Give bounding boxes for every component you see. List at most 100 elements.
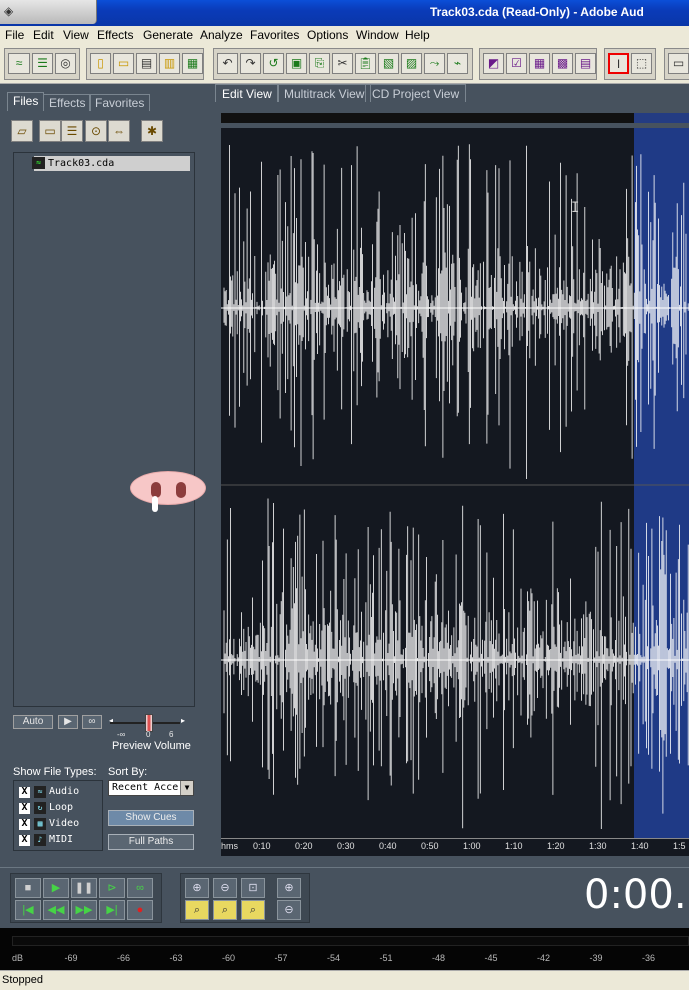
full-paths-button[interactable]: Full Paths: [108, 834, 194, 850]
zoom-out-horizontal-icon[interactable]: ⊖: [213, 878, 237, 898]
app-menu-button[interactable]: ◈: [0, 0, 97, 24]
menu-file[interactable]: File: [5, 28, 24, 42]
grid2-view-icon[interactable]: ▩: [552, 53, 573, 74]
file-type-video[interactable]: X ▦ Video: [19, 817, 79, 831]
mix-paste-icon[interactable]: ▨: [401, 53, 422, 74]
stop-button[interactable]: ■: [15, 878, 41, 898]
copy-new-icon[interactable]: ▣: [286, 53, 307, 74]
silence-icon[interactable]: ⌁: [447, 53, 468, 74]
file-type-midi[interactable]: X ♪ MIDI: [19, 833, 73, 847]
overview-selection[interactable]: [634, 113, 689, 123]
fast-forward-button[interactable]: ▶▶: [71, 900, 97, 920]
cut-icon[interactable]: ✂: [332, 53, 353, 74]
save-icon[interactable]: ▤: [136, 53, 157, 74]
menu-help[interactable]: Help: [405, 28, 430, 42]
trim-icon[interactable]: ⤳: [424, 53, 445, 74]
file-list-item[interactable]: ≈ Track03.cda: [32, 156, 190, 171]
file-type-label: Audio: [49, 786, 80, 797]
spectral-view-icon[interactable]: ◩: [483, 53, 504, 74]
zoom-to-right-icon[interactable]: ⌕: [213, 900, 237, 920]
tab-cd-project-view[interactable]: CD Project View: [365, 84, 467, 102]
zoom-selection-icon[interactable]: ⌕: [241, 900, 265, 920]
play-preview-button[interactable]: ▶: [58, 715, 78, 729]
meter-tick: -39: [589, 953, 603, 963]
go-to-end-button[interactable]: ▶|: [99, 900, 125, 920]
close-file-icon[interactable]: ☰: [61, 120, 83, 142]
time-selection-tool-icon[interactable]: I: [608, 53, 629, 74]
menu-view[interactable]: View: [63, 28, 89, 42]
save-all-icon[interactable]: ▦: [182, 53, 203, 74]
ruler-tick: 0:30: [337, 841, 355, 851]
chevron-down-icon[interactable]: ▼: [180, 781, 193, 795]
sort-select[interactable]: Recent Acce ▼: [108, 780, 194, 796]
tab-effects[interactable]: Effects: [43, 94, 92, 111]
edit-file-icon[interactable]: ✱: [141, 120, 163, 142]
loop-button[interactable]: ∞: [127, 878, 153, 898]
zoom-in-vertical-icon[interactable]: ⊕: [277, 878, 301, 898]
menu-effects[interactable]: Effects: [97, 28, 133, 42]
undo-icon[interactable]: ↶: [217, 53, 238, 74]
redo-icon[interactable]: ↷: [240, 53, 261, 74]
overview-bar[interactable]: [221, 113, 689, 123]
checkbox[interactable]: X: [19, 787, 30, 798]
menu-favorites[interactable]: Favorites: [250, 28, 299, 42]
import-file-icon[interactable]: ▭: [39, 120, 61, 142]
waveform-display[interactable]: I: [221, 128, 689, 838]
checkbox[interactable]: X: [19, 835, 30, 846]
menu-analyze[interactable]: Analyze: [200, 28, 243, 42]
insert-multitrack-icon[interactable]: ⊙: [85, 120, 107, 142]
tab-files[interactable]: Files: [7, 92, 45, 111]
zoom-to-left-icon[interactable]: ⌕: [185, 900, 209, 920]
zoom-out-vertical-icon[interactable]: ⊖: [277, 900, 301, 920]
open-file-icon[interactable]: ▱: [11, 120, 33, 142]
new-file-icon[interactable]: ▯: [90, 53, 111, 74]
waveform-svg: I: [221, 128, 689, 838]
menu-options[interactable]: Options: [307, 28, 348, 42]
play-to-end-button[interactable]: ⊳: [99, 878, 125, 898]
grid3-view-icon[interactable]: ▤: [575, 53, 596, 74]
record-button[interactable]: ●: [127, 900, 153, 920]
waveform-channel: [223, 498, 689, 829]
menu-edit[interactable]: Edit: [33, 28, 54, 42]
repeat-icon[interactable]: ↺: [263, 53, 284, 74]
loop-preview-button[interactable]: ∞: [82, 715, 102, 729]
cd-view-icon[interactable]: ◎: [55, 53, 76, 74]
menu-window[interactable]: Window: [356, 28, 399, 42]
file-list[interactable]: ≈ Track03.cda: [13, 152, 195, 707]
ruler-tick: 0:20: [295, 841, 313, 851]
zoom-full-icon[interactable]: ⊡: [241, 878, 265, 898]
waveform-view-icon[interactable]: ☑: [506, 53, 527, 74]
show-cues-button[interactable]: Show Cues: [108, 810, 194, 826]
copy-icon[interactable]: ⎘: [309, 53, 330, 74]
edit-view-icon[interactable]: ≈: [8, 53, 30, 74]
tab-multitrack-view[interactable]: Multitrack View: [277, 84, 372, 102]
zoom-in-horizontal-icon[interactable]: ⊕: [185, 878, 209, 898]
rewind-button[interactable]: ◀◀: [43, 900, 69, 920]
auto-play-button[interactable]: Auto: [13, 715, 53, 729]
tab-favorites[interactable]: Favorites: [89, 94, 151, 111]
menu-generate[interactable]: Generate: [143, 28, 193, 42]
status-bar: Stopped: [0, 970, 689, 990]
multitrack-view-icon[interactable]: ☰: [32, 53, 53, 74]
window-icon[interactable]: ▭: [668, 53, 689, 74]
go-to-start-button[interactable]: |◀: [15, 900, 41, 920]
checkbox[interactable]: X: [19, 803, 30, 814]
title-bar: ◈ Track03.cda (Read-Only) - Adobe Aud: [0, 0, 689, 26]
paste-new-icon[interactable]: ▧: [378, 53, 399, 74]
slider-right-arrow-icon[interactable]: ▸: [181, 716, 185, 725]
ruler-unit: hms: [221, 841, 239, 851]
marquee-tool-icon[interactable]: ⬚: [631, 53, 652, 74]
file-type-loop[interactable]: X ↻ Loop: [19, 801, 73, 815]
pause-button[interactable]: ❚❚: [71, 878, 97, 898]
meter-tick: -48: [432, 953, 446, 963]
grid-view-icon[interactable]: ▦: [529, 53, 550, 74]
tab-edit-view[interactable]: Edit View: [215, 84, 279, 102]
file-type-audio[interactable]: X ≈ Audio: [19, 785, 79, 799]
paste-icon[interactable]: 📋︎: [355, 53, 376, 74]
insert-cd-icon[interactable]: ⇔: [108, 120, 130, 142]
play-button[interactable]: ▶: [43, 878, 69, 898]
save-as-icon[interactable]: ▥: [159, 53, 180, 74]
open-file-icon[interactable]: ▭: [113, 53, 134, 74]
checkbox[interactable]: X: [19, 819, 30, 830]
time-ruler[interactable]: hms 0:10 0:20 0:30 0:40 0:50 1:00 1:10 1:20 1:30 1…: [221, 838, 689, 856]
